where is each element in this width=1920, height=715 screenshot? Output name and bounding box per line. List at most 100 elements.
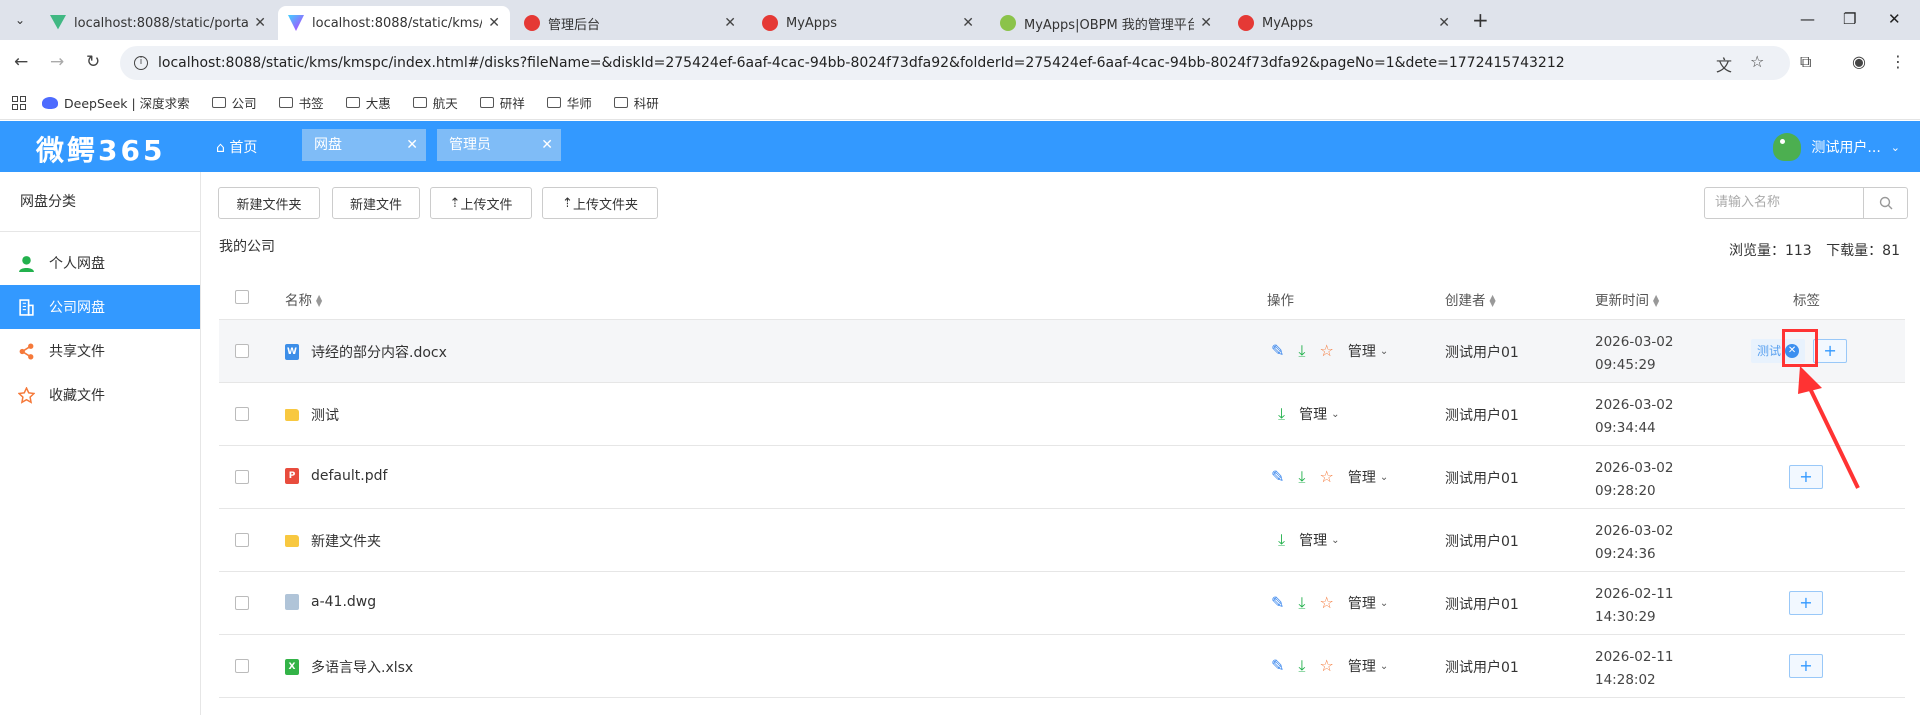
new-file-button[interactable]: 新建文件	[332, 187, 420, 219]
app-tab-disk[interactable]: 网盘 ✕	[302, 129, 426, 161]
table-row[interactable]: 测试 ⤓ 管理 ⌄ 测试用户01 2026-03-02 09:34:44	[219, 383, 1905, 446]
row-checkbox[interactable]	[235, 533, 249, 547]
close-icon[interactable]: ✕	[254, 15, 266, 31]
extensions-icon[interactable]: ⧉	[1800, 52, 1811, 72]
manage-dropdown[interactable]: 管理 ⌄	[1299, 404, 1339, 424]
manage-dropdown[interactable]: 管理 ⌄	[1348, 341, 1388, 361]
close-icon[interactable]: ✕	[488, 15, 500, 31]
reload-icon[interactable]: ↻	[86, 52, 100, 72]
download-icon[interactable]: ⤓	[1298, 469, 1305, 485]
select-all-checkbox[interactable]	[235, 290, 249, 304]
search-button[interactable]	[1863, 188, 1907, 218]
apps-icon[interactable]	[12, 95, 26, 110]
manage-dropdown[interactable]: 管理 ⌄	[1348, 593, 1388, 613]
file-name[interactable]: Pdefault.pdf	[285, 468, 387, 484]
bookmark-folder[interactable]: 华师	[546, 93, 592, 112]
download-icon[interactable]: ⤓	[1278, 406, 1285, 422]
close-icon[interactable]: ✕	[1200, 15, 1212, 31]
table-row[interactable]: X 多语言导入.xlsx ✎ ⤓ ☆ 管理 ⌄ 测试用户01 2026-02-11 1…	[219, 635, 1905, 698]
sort-icon[interactable]: ▲ ▼	[1653, 294, 1659, 308]
edit-icon[interactable]: ✎	[1271, 595, 1284, 611]
translate-icon[interactable]: 文	[1716, 52, 1732, 76]
browser-tab-portal[interactable]: localhost:8088/static/portal/ ✕	[40, 6, 276, 40]
file-name[interactable]: 测试	[285, 405, 339, 425]
browser-tab-obpm[interactable]: MyApps|OBPM 我的管理平台 ✕	[990, 6, 1222, 40]
add-tag-button[interactable]: +	[1789, 654, 1823, 678]
bookmark-folder[interactable]: 大惠	[345, 93, 391, 112]
site-info-icon[interactable]: i	[134, 56, 148, 70]
close-icon[interactable]: ✕	[541, 129, 553, 161]
forward-icon[interactable]: →	[50, 52, 64, 72]
close-icon[interactable]: ✕	[962, 15, 974, 31]
close-icon[interactable]: ✕	[1438, 15, 1450, 31]
manage-dropdown[interactable]: 管理 ⌄	[1348, 467, 1388, 487]
browser-tab-myapps[interactable]: MyApps ✕	[752, 6, 984, 40]
bookmark-folder[interactable]: 公司	[211, 93, 257, 112]
row-checkbox[interactable]	[235, 596, 249, 610]
back-icon[interactable]: ←	[14, 52, 28, 72]
edit-icon[interactable]: ✎	[1271, 658, 1284, 674]
manage-dropdown[interactable]: 管理 ⌄	[1299, 530, 1339, 550]
edit-icon[interactable]: ✎	[1271, 469, 1284, 485]
file-name[interactable]: 新建文件夹	[285, 531, 381, 551]
download-icon[interactable]: ⤓	[1278, 532, 1285, 548]
download-icon[interactable]: ⤓	[1298, 658, 1305, 674]
sort-icon[interactable]: ▲ ▼	[316, 294, 322, 308]
favorite-icon[interactable]: ☆	[1319, 343, 1333, 359]
sidebar-item-shared[interactable]: 共享文件	[0, 329, 200, 373]
favorite-icon[interactable]: ☆	[1319, 595, 1333, 611]
file-name[interactable]: X 多语言导入.xlsx	[285, 657, 413, 677]
table-row[interactable]: Pdefault.pdf ✎ ⤓ ☆ 管理 ⌄ 测试用户01 2026-03-02…	[219, 446, 1905, 509]
browser-tab-myapps-2[interactable]: MyApps ✕	[1228, 6, 1460, 40]
app-tab-admin[interactable]: 管理员 ✕	[437, 129, 561, 161]
download-icon[interactable]: ⤓	[1298, 343, 1305, 359]
sidebar-item-company[interactable]: 公司网盘	[0, 285, 200, 329]
close-icon[interactable]: ✕	[406, 129, 418, 161]
user-menu[interactable]: 测试用户... ⌄	[1773, 133, 1900, 161]
bookmark-folder[interactable]: 书签	[278, 93, 324, 112]
add-tag-button[interactable]: +	[1789, 591, 1823, 615]
row-checkbox[interactable]	[235, 659, 249, 673]
column-name[interactable]: 名称 ▲ ▼	[285, 289, 322, 309]
bookmark-folder[interactable]: 航天	[412, 93, 458, 112]
file-name[interactable]: W 诗经的部分内容.docx	[285, 342, 447, 362]
table-row[interactable]: W 诗经的部分内容.docx ✎ ⤓ ☆ 管理 ⌄ 测试用户01 2026-03-0…	[219, 320, 1905, 383]
sort-icon[interactable]: ▲ ▼	[1490, 294, 1496, 308]
sidebar-item-favorites[interactable]: 收藏文件	[0, 373, 200, 417]
file-name[interactable]: a-41.dwg	[285, 594, 376, 610]
breadcrumb[interactable]: 我的公司	[219, 236, 275, 256]
bookmark-folder[interactable]: 研祥	[479, 93, 525, 112]
menu-icon[interactable]: ⋮	[1890, 52, 1906, 71]
browser-tab-kms[interactable]: localhost:8088/static/kms/km ✕	[278, 6, 510, 40]
upload-folder-button[interactable]: ⇡ 上传文件夹	[542, 187, 658, 219]
restore-icon[interactable]: ❐	[1843, 10, 1856, 28]
address-bar[interactable]: i localhost:8088/static/kms/kmspc/index.…	[120, 46, 1790, 80]
tab-search-dropdown[interactable]: ⌄	[8, 9, 32, 31]
app-logo[interactable]: 微鳄365	[36, 129, 165, 169]
row-checkbox[interactable]	[235, 344, 249, 358]
bookmark-deepseek[interactable]: DeepSeek | 深度求索	[42, 93, 190, 112]
sidebar-item-personal[interactable]: 个人网盘	[0, 241, 200, 285]
new-tab-button[interactable]: +	[1472, 8, 1489, 32]
profile-icon[interactable]: ◉	[1852, 52, 1866, 71]
upload-file-button[interactable]: ⇡ 上传文件	[430, 187, 532, 219]
new-folder-button[interactable]: 新建文件夹	[218, 187, 320, 219]
close-window-icon[interactable]: ✕	[1888, 10, 1901, 28]
download-icon[interactable]: ⤓	[1298, 595, 1305, 611]
column-creator[interactable]: 创建者 ▲ ▼	[1445, 289, 1496, 309]
bookmark-folder[interactable]: 科研	[613, 93, 659, 112]
row-checkbox[interactable]	[235, 407, 249, 421]
favorite-icon[interactable]: ☆	[1319, 469, 1333, 485]
favorite-icon[interactable]: ☆	[1319, 658, 1333, 674]
home-link[interactable]: ⌂ 首页	[216, 137, 257, 157]
bookmark-star-icon[interactable]: ☆	[1750, 52, 1764, 71]
row-checkbox[interactable]	[235, 470, 249, 484]
search-input[interactable]: 请输入名称	[1705, 188, 1863, 218]
table-row[interactable]: a-41.dwg ✎ ⤓ ☆ 管理 ⌄ 测试用户01 2026-02-11 14:3…	[219, 572, 1905, 635]
close-icon[interactable]: ✕	[724, 15, 736, 31]
minimize-icon[interactable]: —	[1800, 10, 1815, 28]
table-row[interactable]: 新建文件夹 ⤓ 管理 ⌄ 测试用户01 2026-03-02 09:24:36	[219, 509, 1905, 572]
manage-dropdown[interactable]: 管理 ⌄	[1348, 656, 1388, 676]
browser-tab-admin[interactable]: 管理后台 ✕	[514, 6, 746, 40]
column-updated[interactable]: 更新时间 ▲ ▼	[1595, 289, 1659, 309]
